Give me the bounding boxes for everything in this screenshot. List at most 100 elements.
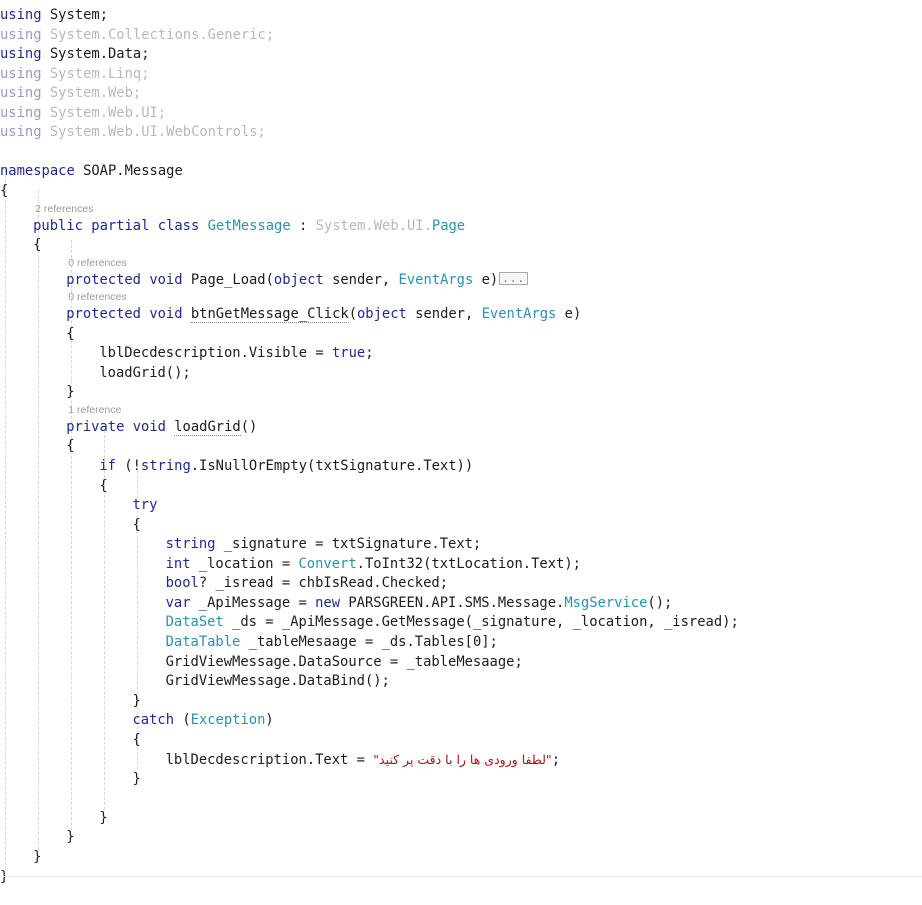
code-token: { [33,237,42,254]
code-token: Page_Load( [182,271,274,288]
code-token: protected [66,306,141,323]
codelens-reference-count[interactable]: 1 reference [68,404,121,416]
code-line[interactable]: private void loadGrid() [66,418,257,438]
code-token: using [0,65,42,82]
code-line[interactable]: DataSet _ds = _ApiMessage.GetMessage(_si… [166,613,739,633]
code-token: bool [165,575,199,592]
code-line[interactable]: using System.Collections.Generic; [0,26,274,46]
codelens-reference-count[interactable]: 0 references [68,291,126,303]
code-token: loadGrid(); [99,364,191,381]
code-token: new [315,594,341,611]
code-token: e) [473,271,499,288]
codelens-reference-count[interactable]: 0 references [68,257,126,269]
code-token: .IsNullOrEmpty(txtSignature.Text)) [190,458,474,474]
collapsed-region-box[interactable]: ... [499,271,529,285]
code-token: } [132,770,141,787]
code-line[interactable]: using System.Linq; [0,65,150,85]
code-line[interactable]: try [132,496,157,516]
code-token: MsgService [564,594,648,611]
code-token: SOAP.Message [74,163,183,180]
code-line[interactable]: } [66,383,74,403]
code-line[interactable]: using System.Web.UI; [0,104,166,124]
code-token: string [140,458,191,474]
codelens-references[interactable]: 1 reference [68,403,121,418]
code-line[interactable]: } [132,692,140,712]
codelens-reference-count[interactable]: 2 references [35,203,93,215]
code-line[interactable]: protected void btnGetMessage_Click(objec… [66,305,581,325]
code-editor[interactable]: using System; using System.Collections.Ge… [0,0,922,905]
code-token: Page [431,217,466,234]
code-line[interactable]: { [33,236,41,256]
code-token: } [66,829,75,846]
code-line[interactable]: string _signature = txtSignature.Text; [166,535,482,555]
code-line[interactable]: public partial class GetMessage : System… [33,217,465,237]
code-token: EventArgs [481,306,557,323]
code-token: sender, [323,271,399,288]
code-line[interactable]: { [132,731,140,751]
code-token: int [165,555,191,572]
code-token: DataTable [165,633,241,650]
code-token: ; [551,752,560,769]
code-token: _tableMesaage = _ds.Tables[0]; [240,633,498,650]
code-line[interactable]: GridViewMessage.DataSource = _tableMesaa… [166,653,523,673]
code-token: using [0,7,42,23]
code-line[interactable]: bool? _isread = chbIsRead.Checked; [166,574,448,594]
code-line[interactable]: { [132,516,140,536]
code-line[interactable]: lblDecdescription.Text = "لطفا ورودی ها … [166,750,560,770]
code-line[interactable]: using System; [0,6,108,26]
code-line[interactable]: GridViewMessage.DataBind(); [166,672,390,692]
code-line[interactable]: { [0,182,8,202]
code-line[interactable]: using System.Web.UI.WebControls; [0,123,266,143]
code-line[interactable]: protected void Page_Load(object sender, … [66,271,529,291]
code-token: } [99,809,108,826]
code-token: catch [132,712,175,729]
code-line[interactable]: using System.Web; [0,84,141,104]
code-line[interactable]: if (!string.IsNullOrEmpty(txtSignature.T… [99,457,473,477]
code-token: void [149,306,183,323]
code-token: System.Collections.Generic; [41,26,275,43]
code-token: var [165,594,191,611]
code-token: { [66,325,75,342]
code-token: { [132,516,141,533]
code-token: using [0,26,42,43]
code-token: ) [265,712,274,729]
code-token: Convert [298,555,357,572]
code-line[interactable]: DataTable _tableMesaage = _ds.Tables[0]; [166,633,498,653]
code-line[interactable]: namespace SOAP.Message [0,162,183,182]
code-token: e) [556,306,582,323]
code-token: sender, [406,306,482,323]
code-token: (); [647,594,673,611]
code-line[interactable]: { [66,437,74,457]
code-token: private [66,418,125,435]
code-token: object [273,271,324,288]
code-line[interactable]: { [66,325,74,345]
code-line[interactable]: } [66,828,74,848]
codelens-references[interactable]: 0 references [68,256,126,271]
codelens-references[interactable]: 0 references [68,290,126,305]
code-token: ( [348,306,357,323]
code-line[interactable]: int _location = Convert.ToInt32(txtLocat… [166,555,581,575]
codelens-references[interactable]: 2 references [35,202,93,217]
code-token: (! [115,458,141,474]
code-token: if [99,458,116,474]
code-line[interactable]: loadGrid(); [99,364,190,384]
code-line[interactable]: lblDecdescription.Visible = true; [99,344,373,364]
code-token: System.Web.UI. [315,217,432,234]
code-token: public [33,217,83,234]
code-line[interactable]: } [0,868,8,888]
code-line[interactable]: using System.Data; [0,45,150,65]
code-token: Exception [190,712,266,729]
code-line[interactable]: } [99,809,107,829]
code-token: GetMessage [207,217,291,234]
code-token: object [357,306,407,323]
code-line[interactable]: } [132,770,140,790]
code-line[interactable]: catch (Exception) [132,711,273,731]
code-token: void [149,271,183,288]
code-token: using [0,46,42,63]
code-line[interactable]: } [33,848,41,868]
code-line[interactable]: var _ApiMessage = new PARSGREEN.API.SMS.… [166,594,673,614]
code-line[interactable]: { [99,477,107,497]
